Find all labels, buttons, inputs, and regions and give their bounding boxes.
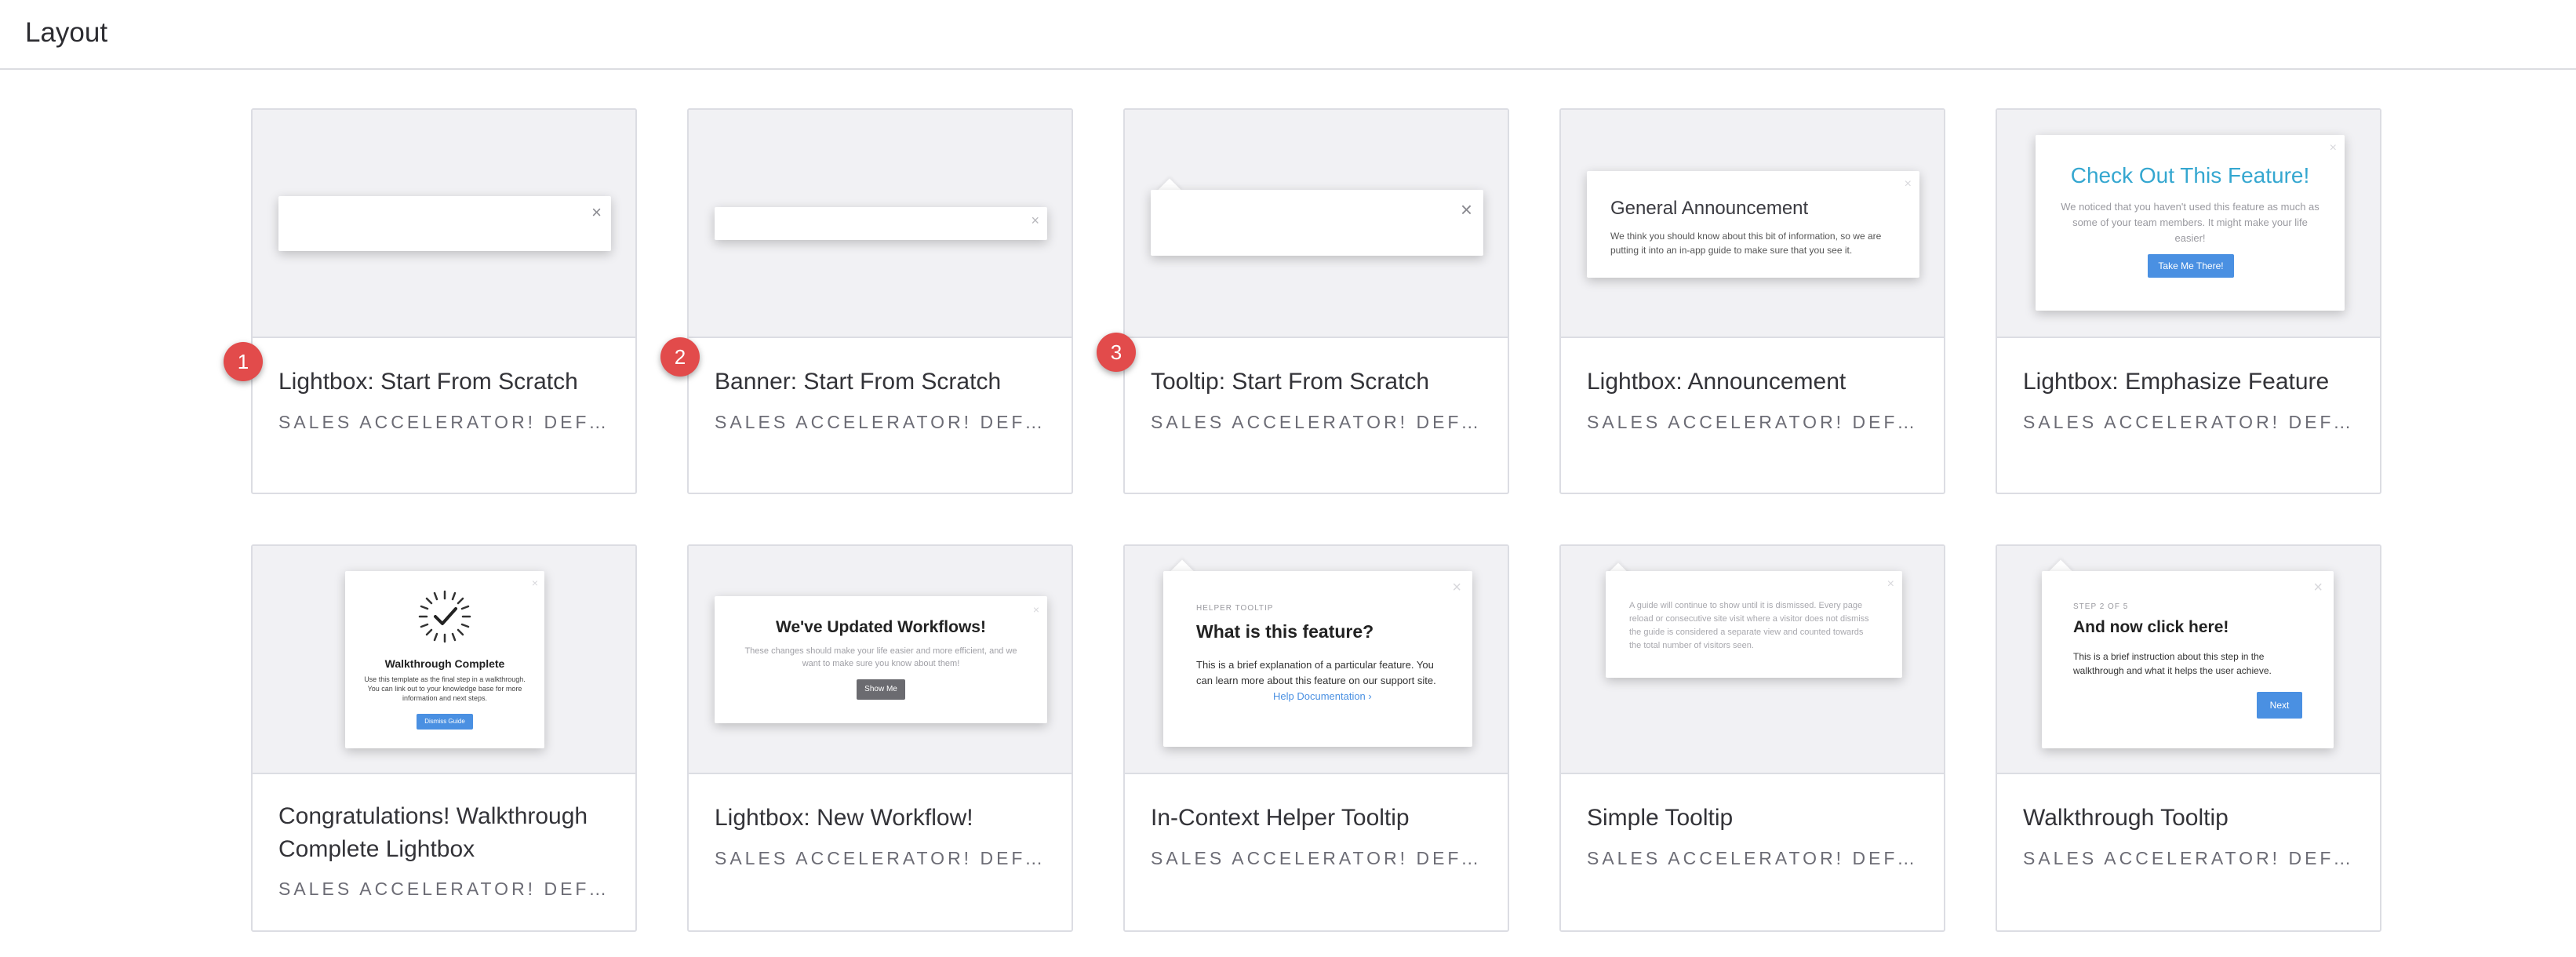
card-preview: × (689, 110, 1072, 338)
close-icon: × (591, 202, 602, 222)
template-card-banner-scratch[interactable]: × Banner: Start From Scratch SALES ACCEL… (687, 108, 1073, 494)
template-card-simple-tooltip[interactable]: × A guide will continue to show until it… (1559, 544, 1945, 932)
card-preview: × General Announcement We think you shou… (1561, 110, 1944, 338)
preview-lightbox: × (278, 196, 611, 251)
preview-button: Dismiss Guide (417, 714, 473, 730)
close-icon: × (1887, 577, 1894, 591)
card-subtitle: SALES ACCELERATOR! DEFAULT (1151, 412, 1488, 432)
card-subtitle: SALES ACCELERATOR! DEFAULT (1151, 848, 1488, 868)
preview-new-workflow: × We've Updated Workflows! These changes… (715, 596, 1047, 723)
card-title: In-Context Helper Tooltip (1151, 805, 1410, 831)
help-documentation-link: Help Documentation › (1273, 690, 1372, 702)
template-card-tooltip-scratch[interactable]: × Tooltip: Start From Scratch SALES ACCE… (1123, 108, 1509, 494)
close-icon: × (1031, 213, 1039, 228)
preview-body: A guide will continue to show until it i… (1629, 601, 1869, 650)
preview-body: We noticed that you haven't used this fe… (2061, 201, 2319, 244)
preview-heading: Walkthrough Complete (384, 657, 505, 670)
preview-heading: What is this feature? (1196, 621, 1374, 642)
close-icon: × (2313, 579, 2323, 596)
card-title: Tooltip: Start From Scratch (1151, 369, 1430, 395)
close-icon: × (1452, 579, 1461, 596)
card-title: Congratulations! Walkthrough Complete Li… (278, 803, 588, 862)
preview-body: This is a brief explanation of a particu… (1196, 659, 1436, 686)
preview-helper-tooltip: × HELPER TOOLTIP What is this feature? T… (1163, 571, 1472, 747)
preview-heading: General Announcement (1610, 198, 1809, 219)
close-icon: × (1904, 177, 1912, 191)
template-card-emphasize-feature[interactable]: × Check Out This Feature! We noticed tha… (1996, 108, 2381, 494)
card-subtitle: SALES ACCELERATOR! DEFAULT (278, 879, 616, 899)
preview-heading: Check Out This Feature! (2070, 163, 2310, 187)
preview-body: These changes should make your life easi… (744, 646, 1017, 668)
close-icon: × (1460, 198, 1472, 221)
preview-button: Take Me There! (2148, 254, 2234, 278)
template-card-helper-tooltip[interactable]: × HELPER TOOLTIP What is this feature? T… (1123, 544, 1509, 932)
preview-button: Show Me (857, 679, 905, 700)
card-title: Lightbox: Start From Scratch (278, 369, 578, 395)
step-badge-1: 1 (224, 342, 263, 381)
step-badge-2: 2 (660, 337, 700, 377)
preview-banner: × (715, 207, 1047, 240)
template-card-announcement[interactable]: × General Announcement We think you shou… (1559, 108, 1945, 494)
page-title: Layout (25, 17, 108, 48)
preview-eyebrow: HELPER TOOLTIP (1196, 604, 1274, 613)
preview-simple-tooltip: × A guide will continue to show until it… (1606, 571, 1902, 678)
card-subtitle: SALES ACCELERATOR! DEFAULT (1587, 412, 1924, 432)
card-title: Banner: Start From Scratch (715, 369, 1002, 395)
checkmark-burst-icon (418, 590, 471, 643)
card-preview: × A guide will continue to show until it… (1561, 546, 1944, 774)
preview-heading: We've Updated Workflows! (776, 618, 986, 636)
card-preview: × HELPER TOOLTIP What is this feature? T… (1125, 546, 1508, 774)
close-icon: × (531, 577, 538, 589)
preview-next-button: Next (2257, 692, 2302, 719)
card-title: Walkthrough Tooltip (2023, 805, 2229, 831)
preview-emphasize: × Check Out This Feature! We noticed tha… (2036, 135, 2345, 311)
card-preview: × Walkthrough Complete Use this template… (253, 546, 635, 774)
card-title: Simple Tooltip (1587, 805, 1734, 831)
preview-walkthrough-tooltip: × STEP 2 OF 5 And now click here! This i… (2042, 571, 2334, 748)
template-card-lightbox-scratch[interactable]: × Lightbox: Start From Scratch SALES ACC… (251, 108, 637, 494)
close-icon: × (2329, 141, 2337, 155)
preview-walkthrough-complete: × Walkthrough Complete Use this template… (345, 571, 544, 748)
template-card-walkthrough-tooltip[interactable]: × STEP 2 OF 5 And now click here! This i… (1996, 544, 2381, 932)
card-preview: × (253, 110, 635, 338)
card-subtitle: SALES ACCELERATOR! DEFAULT (278, 412, 616, 432)
card-subtitle: SALES ACCELERATOR! DEFAULT (1587, 848, 1924, 868)
preview-body: We think you should know about this bit … (1610, 231, 1882, 256)
page-header: Layout (0, 0, 2576, 70)
card-title: Lightbox: Emphasize Feature (2023, 369, 2330, 395)
card-preview: × Check Out This Feature! We noticed tha… (1997, 110, 2380, 338)
card-title: Lightbox: Announcement (1587, 369, 1846, 395)
card-preview: × (1125, 110, 1508, 338)
preview-tooltip: × (1151, 190, 1483, 256)
card-preview: × STEP 2 OF 5 And now click here! This i… (1997, 546, 2380, 774)
preview-eyebrow: STEP 2 OF 5 (2073, 602, 2129, 611)
template-card-walkthrough-complete[interactable]: × Walkthrough Complete Use this template… (251, 544, 637, 932)
step-badge-3: 3 (1097, 333, 1136, 372)
card-title: Lightbox: New Workflow! (715, 805, 973, 831)
card-subtitle: SALES ACCELERATOR! DEFAULT (715, 412, 1052, 432)
card-preview: × We've Updated Workflows! These changes… (689, 546, 1072, 774)
preview-body: Use this template as the final step in a… (364, 675, 526, 702)
template-card-new-workflow[interactable]: × We've Updated Workflows! These changes… (687, 544, 1073, 932)
card-subtitle: SALES ACCELERATOR! DEFAULT (2023, 412, 2360, 432)
preview-announcement: × General Announcement We think you shou… (1587, 171, 1919, 278)
card-subtitle: SALES ACCELERATOR! DEFAULT (2023, 848, 2360, 868)
preview-heading: And now click here! (2073, 618, 2229, 636)
card-subtitle: SALES ACCELERATOR! DEFAULT (715, 848, 1052, 868)
template-grid: × Lightbox: Start From Scratch SALES ACC… (224, 108, 2381, 932)
close-icon: × (1032, 603, 1039, 616)
preview-body: This is a brief instruction about this s… (2073, 651, 2272, 676)
